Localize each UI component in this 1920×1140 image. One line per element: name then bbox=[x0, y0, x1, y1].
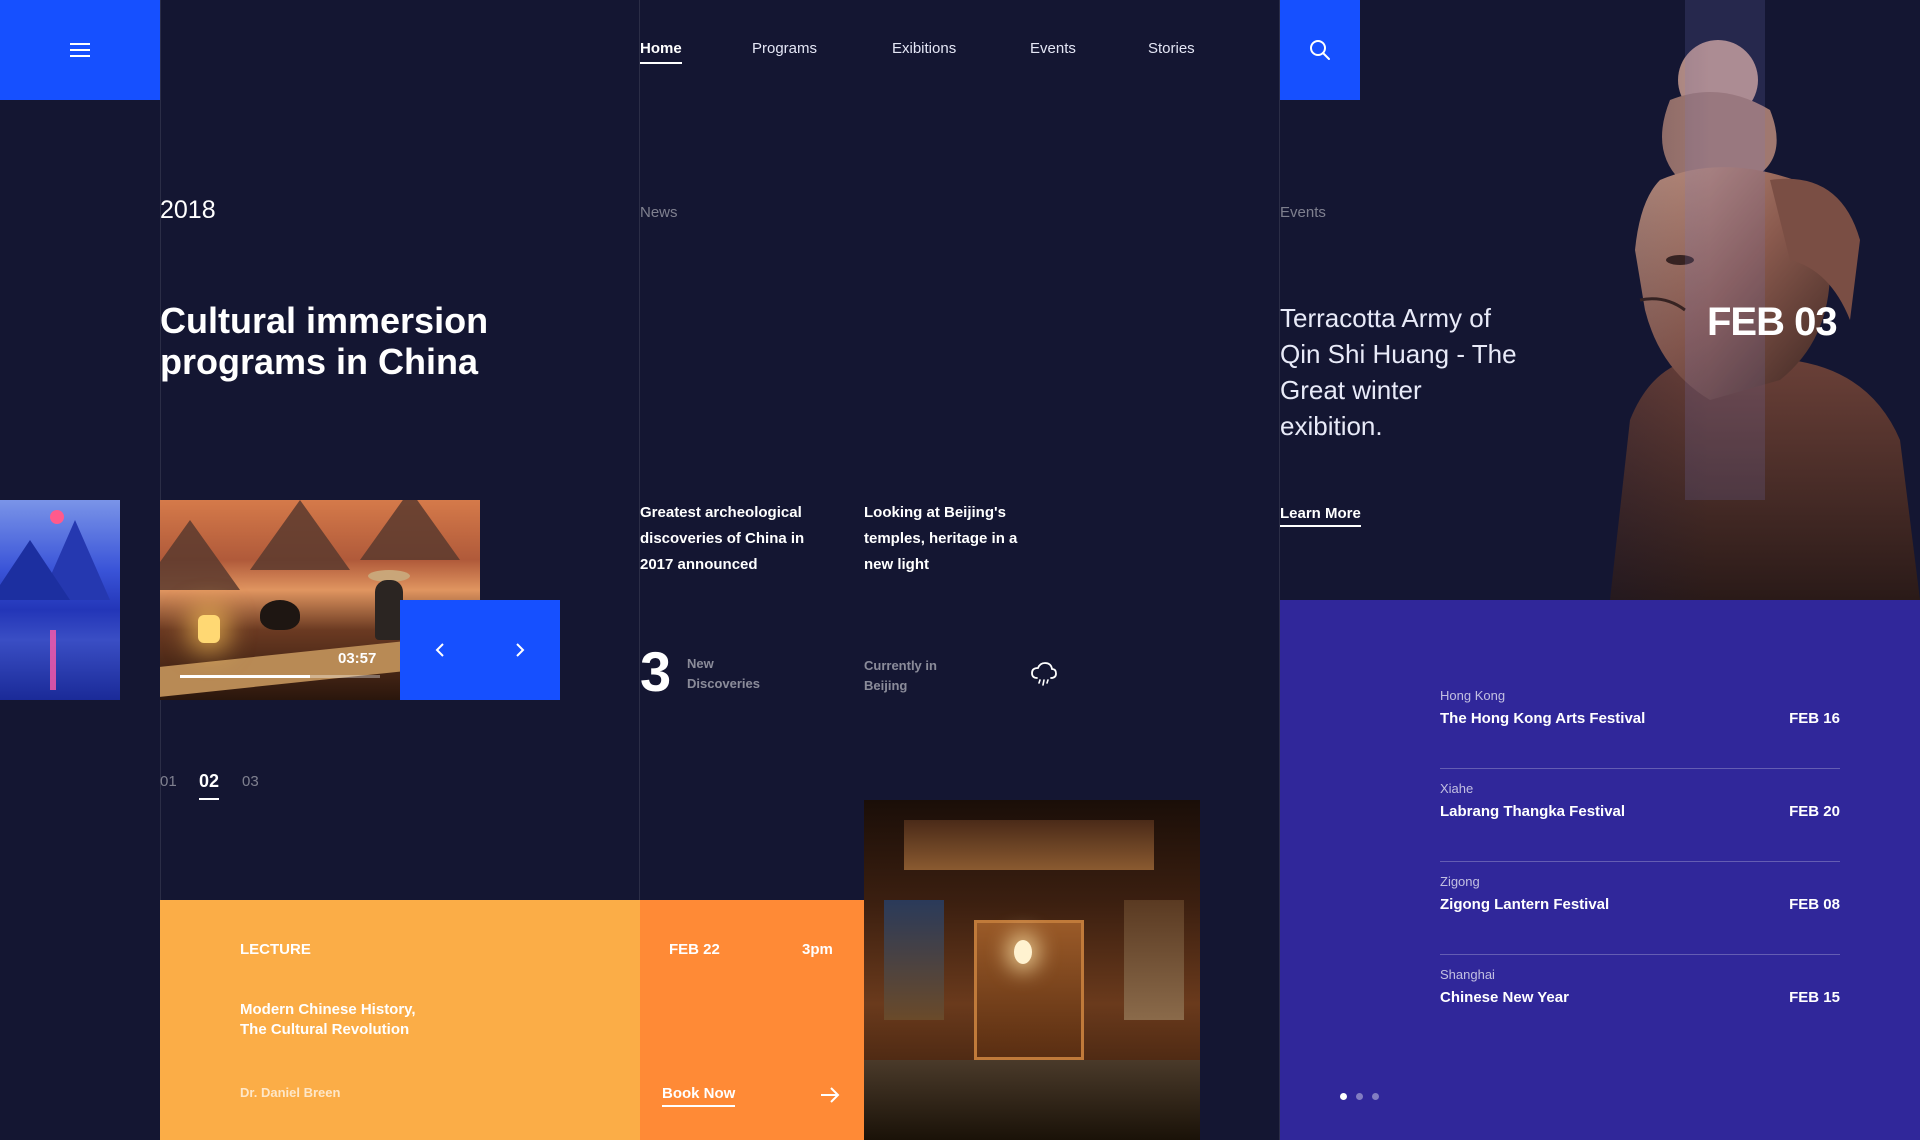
nav-item-home[interactable]: Home bbox=[640, 40, 682, 64]
news-article-link[interactable]: Greatest archeological discoveries of Ch… bbox=[640, 500, 820, 578]
pager-dot[interactable] bbox=[1340, 1093, 1347, 1100]
cloud-rain-icon bbox=[1031, 662, 1057, 686]
arrow-right-icon[interactable] bbox=[820, 1087, 840, 1103]
nav-item-events[interactable]: Events bbox=[1030, 40, 1076, 57]
featured-event-date: FEB 03 bbox=[1707, 300, 1838, 344]
discoveries-count: 3 bbox=[640, 640, 672, 703]
event-city: Zigong bbox=[1440, 874, 1480, 889]
news-label: News bbox=[640, 204, 678, 221]
menu-button[interactable] bbox=[0, 0, 160, 100]
hero-title: Cultural immersion programs in China bbox=[160, 300, 489, 382]
lecture-date: FEB 22 bbox=[669, 941, 720, 958]
event-item[interactable]: Hong Kong The Hong Kong Arts Festival FE… bbox=[1440, 676, 1840, 769]
lecture-card[interactable]: LECTURE Modern Chinese History, The Cult… bbox=[160, 900, 640, 1140]
temple-photo[interactable] bbox=[864, 800, 1200, 1140]
event-date: FEB 16 bbox=[1789, 710, 1840, 727]
pager-item-active[interactable]: 02 bbox=[199, 771, 220, 800]
event-city: Shanghai bbox=[1440, 967, 1495, 982]
carousel-arrows bbox=[400, 600, 560, 700]
news-article-link[interactable]: Looking at Beijing's temples, heritage i… bbox=[864, 500, 1044, 578]
lecture-time: 3pm bbox=[802, 941, 833, 958]
event-item[interactable]: Zigong Zigong Lantern Festival FEB 08 bbox=[1440, 862, 1840, 955]
pager-item[interactable]: 03 bbox=[242, 773, 259, 790]
weather-label: Currently in Beijing bbox=[864, 658, 937, 693]
event-name: Chinese New Year bbox=[1440, 989, 1569, 1006]
pager-item[interactable]: 01 bbox=[160, 773, 177, 790]
featured-event-title: Terracotta Army of Qin Shi Huang - The G… bbox=[1280, 303, 1517, 441]
search-icon bbox=[1310, 40, 1330, 60]
booking-card: FEB 22 3pm Book Now bbox=[640, 900, 864, 1140]
events-label: Events bbox=[1280, 204, 1326, 221]
event-name: Zigong Lantern Festival bbox=[1440, 896, 1610, 913]
book-now-button[interactable]: Book Now bbox=[662, 1085, 736, 1107]
event-city: Xiahe bbox=[1440, 781, 1474, 796]
nav-item-programs[interactable]: Programs bbox=[752, 40, 817, 57]
overlay-stripe bbox=[1685, 0, 1765, 500]
chevron-right-icon bbox=[516, 643, 525, 657]
event-item[interactable]: Shanghai Chinese New Year FEB 15 bbox=[1440, 955, 1840, 1048]
chevron-left-icon bbox=[435, 643, 444, 657]
nav-item-exibitions[interactable]: Exibitions bbox=[892, 40, 956, 57]
lecture-speaker: Dr. Daniel Breen bbox=[240, 1085, 341, 1100]
events-list-panel: Hong Kong The Hong Kong Arts Festival FE… bbox=[1280, 600, 1920, 1140]
lecture-title: Modern Chinese History, The Cultural Rev… bbox=[240, 1001, 416, 1038]
event-name: Labrang Thangka Festival bbox=[1440, 803, 1626, 820]
pager-dot[interactable] bbox=[1356, 1093, 1363, 1100]
prev-button[interactable] bbox=[400, 600, 480, 700]
nav-item-stories[interactable]: Stories bbox=[1148, 40, 1195, 57]
video-duration: 03:57 bbox=[338, 650, 377, 667]
hamburger-icon bbox=[70, 43, 90, 57]
video-progress-bar[interactable] bbox=[180, 675, 380, 678]
next-button[interactable] bbox=[480, 600, 560, 700]
event-item[interactable]: Xiahe Labrang Thangka Festival FEB 20 bbox=[1440, 769, 1840, 862]
event-date: FEB 08 bbox=[1789, 896, 1840, 913]
event-city: Hong Kong bbox=[1440, 688, 1506, 703]
event-date: FEB 20 bbox=[1789, 803, 1840, 820]
event-name: The Hong Kong Arts Festival bbox=[1440, 710, 1646, 727]
hero-year: 2018 bbox=[160, 196, 216, 224]
pager-dot[interactable] bbox=[1372, 1093, 1379, 1100]
discoveries-label: New Discoveries bbox=[687, 656, 760, 691]
lecture-type: LECTURE bbox=[240, 941, 311, 958]
landscape-thumbnail[interactable] bbox=[0, 500, 120, 700]
event-date: FEB 15 bbox=[1789, 989, 1840, 1006]
search-button[interactable] bbox=[1280, 0, 1360, 100]
learn-more-link[interactable]: Learn More bbox=[1280, 505, 1361, 527]
